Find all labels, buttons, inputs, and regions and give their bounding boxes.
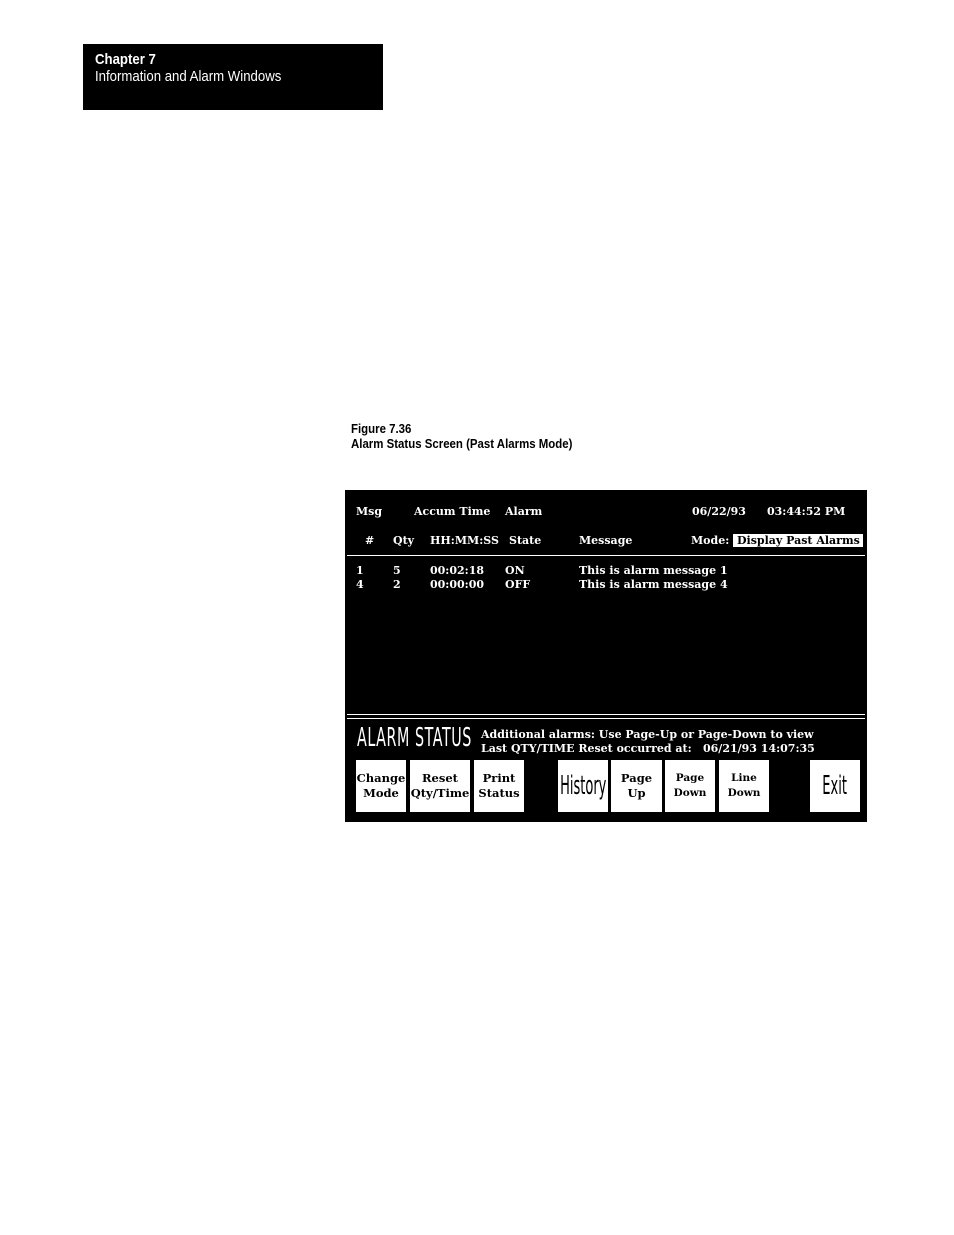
row-message: This is alarm message 4 bbox=[579, 578, 728, 591]
button-label: Up bbox=[627, 786, 646, 800]
chapter-number: Chapter 7 bbox=[95, 51, 156, 68]
figure-caption: Figure 7.36 Alarm Status Screen (Past Al… bbox=[351, 421, 603, 451]
change-mode-button[interactable]: Change Mode bbox=[356, 760, 406, 812]
button-label: Qty/Time bbox=[410, 786, 470, 800]
page-down-button[interactable]: Page Down bbox=[665, 760, 715, 812]
button-label: Down bbox=[673, 787, 707, 799]
mode-value[interactable]: Display Past Alarms bbox=[733, 534, 863, 547]
button-label: Line bbox=[731, 772, 757, 784]
mode-label: Mode: bbox=[691, 534, 730, 547]
additional-alarms-info: Additional alarms: Use Page-Up or Page-D… bbox=[481, 728, 814, 741]
last-reset-label: Last QTY/TIME Reset occurred at: bbox=[481, 742, 692, 755]
chapter-title: Information and Alarm Windows bbox=[95, 68, 282, 85]
col-num-header: # bbox=[365, 534, 375, 547]
button-label: Status bbox=[478, 786, 520, 800]
button-label: Page bbox=[620, 771, 653, 785]
button-label: Reset bbox=[422, 771, 458, 785]
col-alarm-header: Alarm bbox=[505, 505, 543, 518]
col-message-header: Message bbox=[579, 534, 633, 547]
footer-divider-top bbox=[347, 714, 865, 715]
figure-title: Alarm Status Screen (Past Alarms Mode) bbox=[351, 436, 573, 451]
chapter-header: Chapter 7 Information and Alarm Windows bbox=[83, 44, 383, 110]
row-message: This is alarm message 1 bbox=[579, 564, 728, 577]
page-up-button[interactable]: Page Up bbox=[611, 760, 662, 812]
button-label: Change bbox=[356, 771, 406, 785]
row-qty: 5 bbox=[393, 564, 401, 577]
row-qty: 2 bbox=[393, 578, 401, 591]
button-label: Print bbox=[482, 771, 516, 785]
line-down-button[interactable]: Line Down bbox=[719, 760, 769, 812]
col-qty-header: Qty bbox=[393, 534, 415, 547]
row-num: 1 bbox=[356, 564, 364, 577]
row-num: 4 bbox=[356, 578, 364, 591]
button-label: Down bbox=[727, 787, 761, 799]
print-status-button[interactable]: Print Status bbox=[474, 760, 524, 812]
current-date: 06/22/93 bbox=[692, 505, 746, 518]
footer-divider-bottom bbox=[347, 718, 865, 719]
col-msg-header: Msg bbox=[356, 505, 383, 518]
history-button[interactable]: History bbox=[558, 760, 608, 812]
reset-qty-time-button[interactable]: Reset Qty/Time bbox=[410, 760, 470, 812]
row-state: OFF bbox=[505, 578, 531, 591]
header-divider bbox=[347, 555, 865, 556]
row-time: 00:00:00 bbox=[430, 578, 485, 591]
last-reset-value: 06/21/93 14:07:35 bbox=[703, 742, 815, 755]
button-label: Exit bbox=[822, 770, 848, 801]
button-label: History bbox=[559, 770, 607, 801]
row-time: 00:02:18 bbox=[430, 564, 485, 577]
alarm-status-screen: Msg Accum Time Alarm 06/22/93 03:44:52 P… bbox=[345, 490, 867, 822]
figure-number: Figure 7.36 bbox=[351, 421, 412, 436]
current-time: 03:44:52 PM bbox=[767, 505, 846, 518]
button-label: Mode bbox=[363, 786, 399, 800]
col-hhmmss-header: HH:MM:SS bbox=[430, 534, 499, 547]
row-state: ON bbox=[505, 564, 525, 577]
col-state-header: State bbox=[509, 534, 542, 547]
col-accum-time-header: Accum Time bbox=[414, 505, 491, 518]
exit-button[interactable]: Exit bbox=[810, 760, 860, 812]
button-label: Page bbox=[675, 772, 705, 784]
alarm-status-title: ALARM STATUS bbox=[357, 723, 472, 753]
